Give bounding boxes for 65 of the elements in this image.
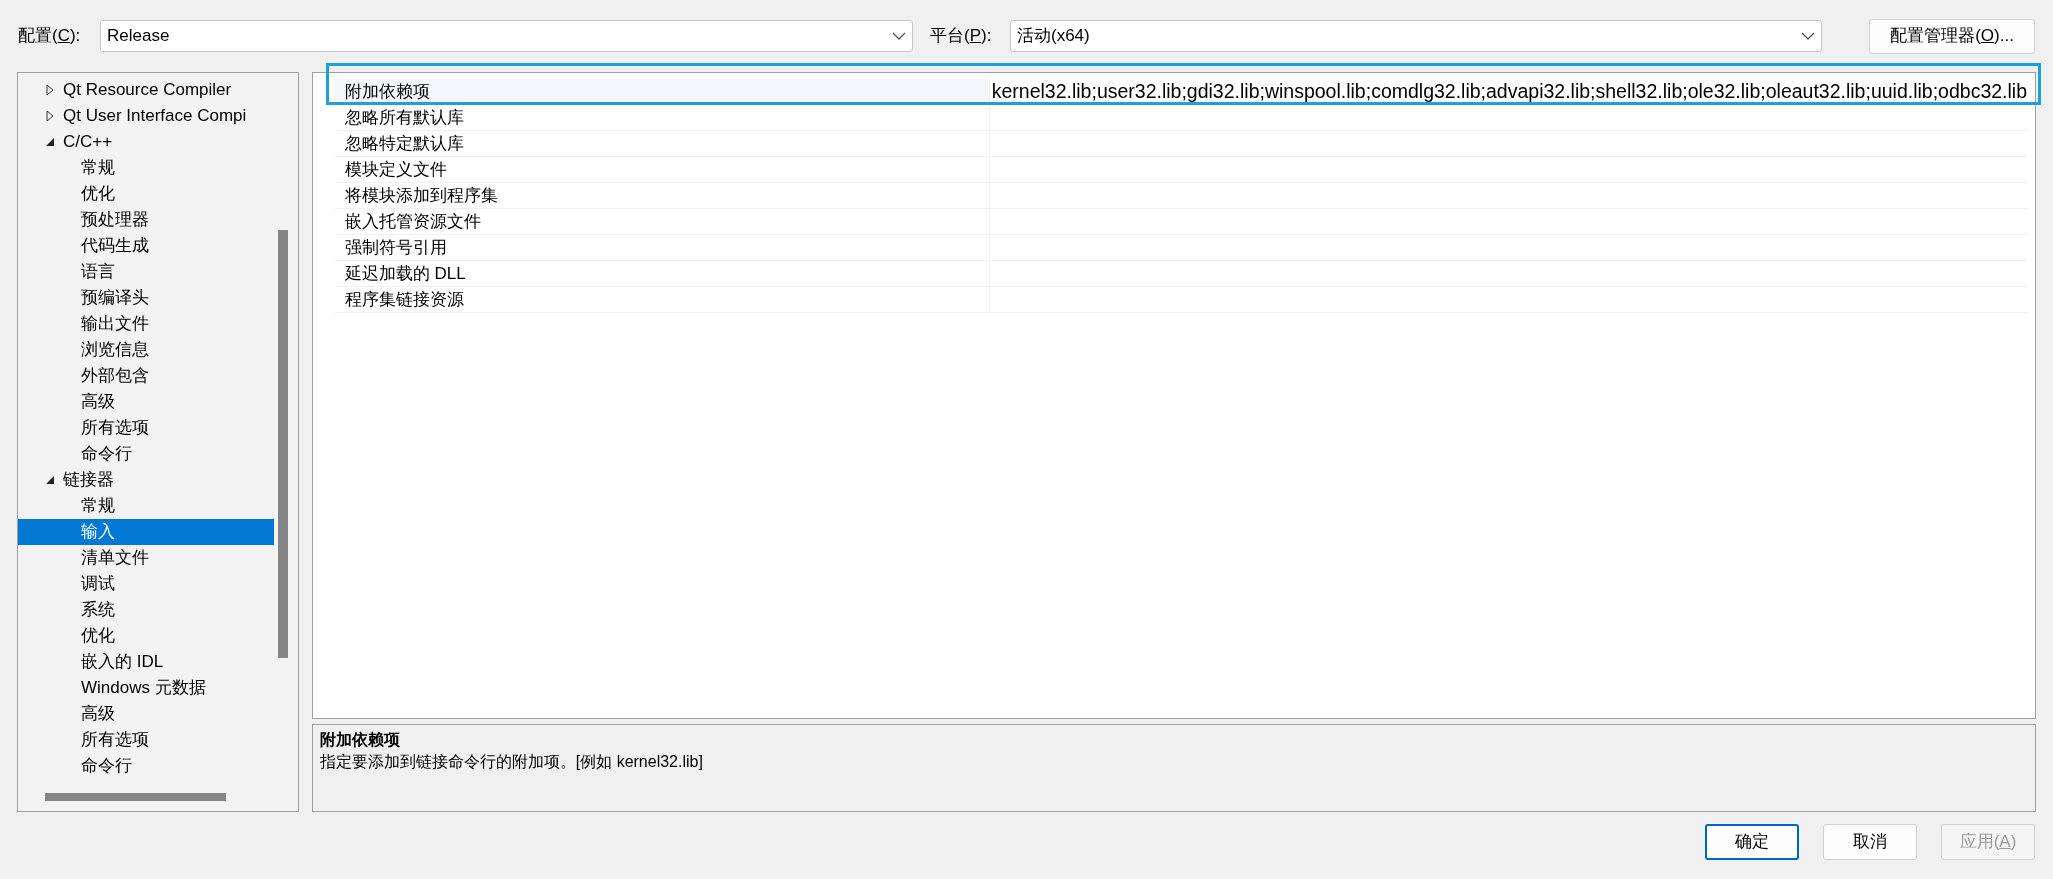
property-row[interactable]: 程序集链接资源 — [334, 287, 2027, 313]
tree-item[interactable]: 预编译头 — [18, 285, 274, 311]
tree-item[interactable]: 输入 — [18, 519, 274, 545]
property-row[interactable]: 忽略所有默认库 — [334, 105, 2027, 131]
tree-item[interactable]: 常规 — [18, 493, 274, 519]
tree-item[interactable]: 预处理器 — [18, 207, 274, 233]
property-name: 附加依赖项 — [343, 80, 431, 103]
property-row[interactable]: 延迟加载的 DLL — [334, 261, 2027, 287]
property-name: 嵌入托管资源文件 — [343, 210, 482, 233]
tree-item[interactable]: 代码生成 — [18, 233, 274, 259]
tree-item[interactable]: 语言 — [18, 259, 274, 285]
property-row[interactable]: 模块定义文件 — [334, 157, 2027, 183]
property-row[interactable]: 将模块添加到程序集 — [334, 183, 2027, 209]
tree-item[interactable]: 调试 — [18, 571, 274, 597]
property-row[interactable]: 附加依赖项 kernel32.lib;user32.lib;gdi32.lib;winspool.lib;comdlg32.lib;advapi32.lib;shell32.lib;ole32.lib;oleaut32.lib;uuid.lib;odbc32.lib — [334, 79, 2027, 105]
platform-value: 活动(x64) — [1017, 25, 1090, 48]
horizontal-scrollbar[interactable] — [45, 793, 226, 801]
tree-item[interactable]: 外部包含 — [18, 363, 274, 389]
expanded-triangle-icon[interactable] — [45, 136, 55, 148]
tree-item[interactable]: 命令行 — [18, 753, 274, 779]
collapsed-triangle-icon[interactable] — [45, 110, 55, 122]
property-name: 将模块添加到程序集 — [343, 184, 499, 207]
property-name: 延迟加载的 DLL — [343, 262, 467, 285]
tree-item[interactable]: 高级 — [18, 389, 274, 415]
expanded-triangle-icon[interactable] — [45, 474, 55, 486]
config-dropdown[interactable]: Release — [100, 20, 913, 52]
platform-dropdown[interactable]: 活动(x64) — [1010, 20, 1822, 52]
property-name: 强制符号引用 — [343, 236, 448, 259]
dialog-button[interactable]: 取消 — [1823, 824, 1917, 860]
config-label: 配置(C): — [18, 25, 82, 48]
tree-item[interactable]: 嵌入的 IDL — [18, 649, 274, 675]
tree-item[interactable]: Windows 元数据 — [18, 675, 274, 701]
tree-item[interactable]: 命令行 — [18, 441, 274, 467]
property-name: 程序集链接资源 — [343, 288, 465, 311]
tree-item[interactable]: Qt Resource Compiler — [18, 77, 274, 103]
tree-item[interactable]: 高级 — [18, 701, 274, 727]
tree-item[interactable]: 优化 — [18, 181, 274, 207]
chevron-down-icon — [1801, 31, 1815, 41]
vertical-scrollbar[interactable] — [277, 230, 288, 658]
property-row[interactable]: 强制符号引用 — [334, 235, 2027, 261]
tree-item[interactable]: 优化 — [18, 623, 274, 649]
dialog-button[interactable]: 确定 — [1705, 824, 1799, 860]
property-row[interactable]: 忽略特定默认库 — [334, 131, 2027, 157]
property-row[interactable]: 嵌入托管资源文件 — [334, 209, 2027, 235]
tree-item[interactable]: 所有选项 — [18, 415, 274, 441]
property-name: 模块定义文件 — [343, 158, 448, 181]
description-title: 附加依赖项 — [319, 730, 401, 750]
tree-item[interactable]: 清单文件 — [18, 545, 274, 571]
description-text: 指定要添加到链接命令行的附加项。[例如 kernel32.lib] — [319, 752, 704, 772]
platform-label: 平台(P): — [930, 25, 993, 48]
tree-item[interactable]: 链接器 — [18, 467, 274, 493]
property-name: 忽略特定默认库 — [343, 132, 465, 155]
tree-item[interactable]: 系统 — [18, 597, 274, 623]
chevron-down-icon — [892, 31, 906, 41]
config-manager-button[interactable]: 配置管理器(O)... — [1869, 18, 2035, 54]
tree-item[interactable]: 常规 — [18, 155, 274, 181]
tree-item[interactable]: Qt User Interface Compi — [18, 103, 274, 129]
tree-item[interactable]: C/C++ — [18, 129, 274, 155]
tree-item[interactable]: 浏览信息 — [18, 337, 274, 363]
collapsed-triangle-icon[interactable] — [45, 84, 55, 96]
tree-item[interactable]: 所有选项 — [18, 727, 274, 753]
config-value: Release — [107, 25, 170, 48]
property-name: 忽略所有默认库 — [343, 106, 465, 129]
tree-item[interactable]: 输出文件 — [18, 311, 274, 337]
property-value[interactable]: kernel32.lib;user32.lib;gdi32.lib;winspool.lib;comdlg32.lib;advapi32.lib;shell32.lib;ole32.lib;oleaut32.lib;uuid.lib;odbc32.lib — [988, 79, 2027, 104]
